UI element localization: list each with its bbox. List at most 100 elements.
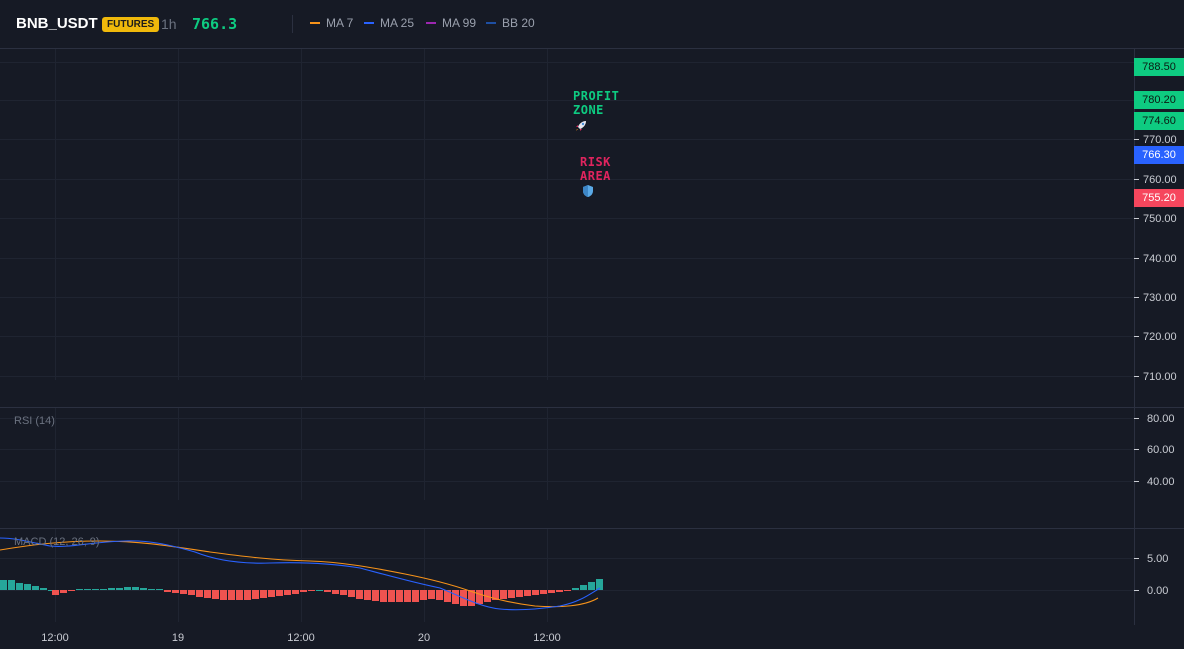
- risk-area-line1: RISK: [580, 155, 611, 169]
- macd-bar: [516, 590, 523, 597]
- macd-bar: [412, 590, 419, 602]
- rocket-icon: [576, 121, 586, 131]
- macd-bar: [324, 590, 331, 592]
- profit-zone-line1: PROFIT: [573, 89, 620, 103]
- macd-bar: [228, 590, 235, 600]
- risk-area-line2: AREA: [580, 169, 611, 183]
- shield-icon: [583, 185, 593, 197]
- price-grid: [0, 62, 1134, 591]
- macd-bar: [16, 583, 23, 590]
- profit-zone-label: PROFIT ZONE: [573, 89, 619, 117]
- macd-bar: [572, 588, 579, 590]
- macd-bar: [196, 590, 203, 597]
- macd-bar: [32, 586, 39, 590]
- time-label: 12:00: [41, 632, 69, 644]
- macd-bar: [220, 590, 227, 600]
- macd-bar: [316, 590, 323, 591]
- macd-bar: [84, 589, 91, 590]
- price-tag-current: 766.30: [1134, 146, 1184, 164]
- rsi-tick-label: 80.00: [1147, 413, 1175, 425]
- price-tick-label: 760.00: [1143, 174, 1177, 186]
- macd-bar: [372, 590, 379, 601]
- macd-bar: [588, 582, 595, 590]
- price-tick-label: 740.00: [1143, 253, 1177, 265]
- macd-bar: [564, 590, 571, 591]
- time-label: 12:00: [287, 632, 315, 644]
- macd-bar: [388, 590, 395, 602]
- time-label: 20: [418, 632, 430, 644]
- macd-bar: [76, 589, 83, 590]
- price-tag-stop: 755.20: [1134, 189, 1184, 207]
- macd-bar: [428, 590, 435, 599]
- macd-tick-label: 5.00: [1147, 553, 1168, 565]
- profit-zone-line2: ZONE: [573, 103, 604, 117]
- macd-bar: [348, 590, 355, 597]
- macd-line: [0, 537, 601, 611]
- macd-bar: [52, 590, 59, 595]
- macd-bar: [436, 590, 443, 600]
- macd-bar: [276, 590, 283, 596]
- macd-bar: [540, 590, 547, 594]
- macd-bar: [40, 588, 47, 590]
- macd-bar: [268, 590, 275, 597]
- macd-bar: [500, 590, 507, 599]
- macd-bar: [68, 590, 75, 591]
- macd-bar: [8, 580, 15, 590]
- macd-bar: [172, 590, 179, 593]
- macd-bar: [524, 590, 531, 596]
- price-tag-profit-target-3: 788.50: [1134, 58, 1184, 76]
- macd-bar: [284, 590, 291, 595]
- price-tag-profit-target-2: 780.20: [1134, 91, 1184, 109]
- macd-tick-label: 0.00: [1147, 585, 1168, 597]
- macd-bar: [396, 590, 403, 602]
- macd-bar: [188, 590, 195, 595]
- macd-bar: [404, 590, 411, 602]
- macd-bar: [124, 587, 131, 590]
- risk-area-label: RISK AREA: [580, 155, 611, 183]
- macd-bar: [332, 590, 339, 594]
- macd-bar: [212, 590, 219, 599]
- macd-bar: [244, 590, 251, 600]
- macd-bar: [356, 590, 363, 599]
- macd-bar: [508, 590, 515, 598]
- price-tick-label: 720.00: [1143, 331, 1177, 343]
- macd-bar: [92, 589, 99, 590]
- macd-bar: [300, 590, 307, 592]
- time-label: 12:00: [533, 632, 561, 644]
- macd-bar: [140, 588, 147, 590]
- macd-bar: [580, 585, 587, 590]
- macd-bar: [164, 590, 171, 592]
- macd-bar: [252, 590, 259, 599]
- macd-bar: [156, 589, 163, 590]
- rsi-tick-label: 60.00: [1147, 444, 1175, 456]
- macd-bar: [380, 590, 387, 602]
- price-tag-profit-target-1: 774.60: [1134, 112, 1184, 130]
- time-label: 19: [172, 632, 184, 644]
- macd-bar: [292, 590, 299, 594]
- macd-bar: [204, 590, 211, 598]
- price-tick-label: 770.00: [1143, 134, 1177, 146]
- macd-bar: [24, 584, 31, 590]
- macd-bar: [420, 590, 427, 600]
- macd-bar: [180, 590, 187, 594]
- price-tick-label: 710.00: [1143, 371, 1177, 383]
- macd-bar: [60, 590, 67, 593]
- macd-bar: [556, 590, 563, 592]
- macd-bar: [340, 590, 347, 595]
- macd-bar: [452, 590, 459, 604]
- macd-title[interactable]: MACD (12, 26, 9): [14, 536, 100, 548]
- macd-bar: [548, 590, 555, 593]
- rsi-title[interactable]: RSI (14): [14, 415, 55, 427]
- rsi-tick-label: 40.00: [1147, 476, 1175, 488]
- macd-bar: [0, 580, 7, 590]
- macd-bar: [308, 590, 315, 591]
- macd-bar: [260, 590, 267, 598]
- macd-bar: [116, 588, 123, 590]
- macd-bar: [236, 590, 243, 600]
- macd-bar: [132, 587, 139, 590]
- macd-bar: [108, 588, 115, 590]
- macd-bar: [476, 590, 483, 604]
- price-tick-label: 750.00: [1143, 213, 1177, 225]
- macd-bar: [532, 590, 539, 595]
- price-tick-label: 730.00: [1143, 292, 1177, 304]
